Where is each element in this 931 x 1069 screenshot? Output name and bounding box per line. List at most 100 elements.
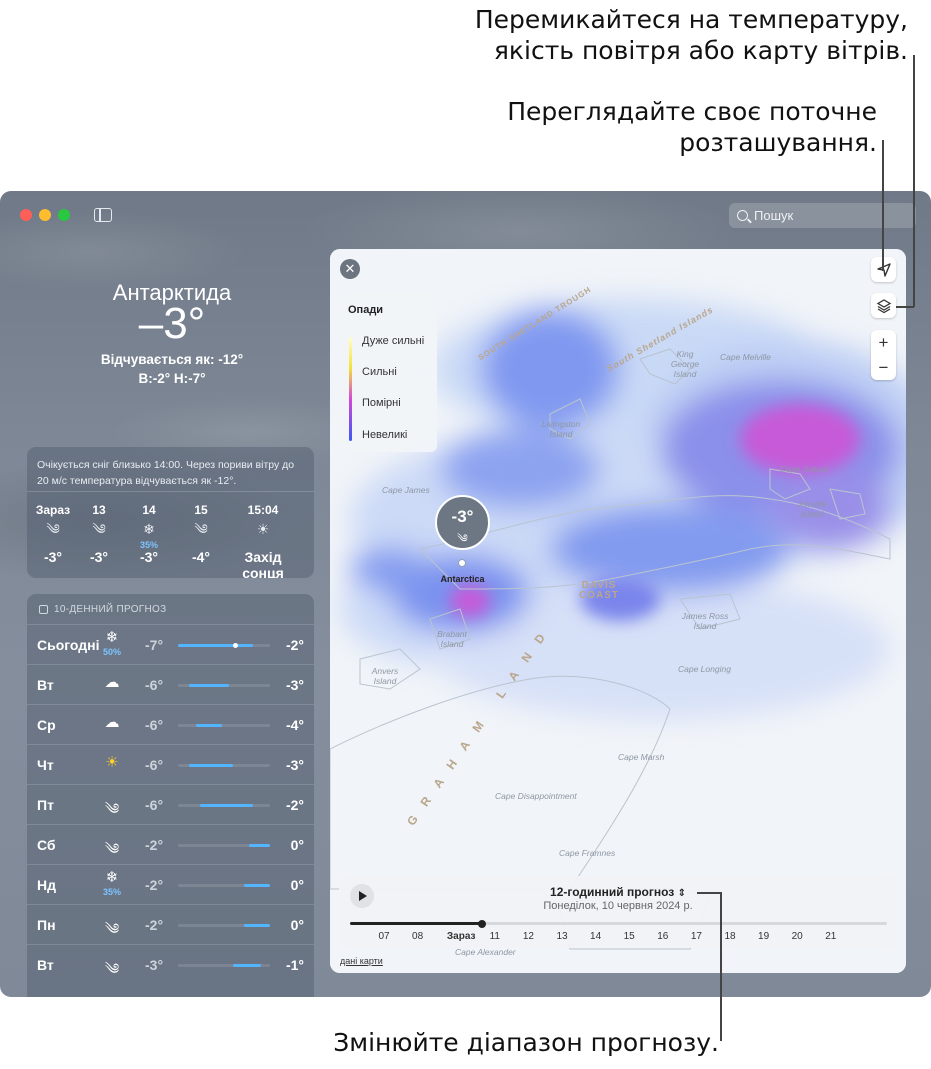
timeline-hour[interactable]: 19 [758,931,769,942]
timeline-hour[interactable]: 20 [792,931,803,942]
hourly-forecast-card[interactable]: Очікується сніг близько 14:00. Через пор… [27,447,314,578]
day-high: -4° [285,717,304,733]
temperature-range-fill [196,724,222,727]
hour-temp: -3° [89,549,109,565]
precip-probability: 35% [102,887,121,897]
zoom-out-button[interactable]: − [871,355,896,380]
day-row[interactable]: Сьогодні ❄ 50% -7° -2° [27,624,314,664]
place-label: Anvers Island [371,666,399,686]
map-layers-button[interactable] [871,293,896,318]
search-placeholder: Пошук [754,208,794,223]
day-row[interactable]: Вт ༄ -3° -1° [27,944,314,984]
legend-item: Помірні [362,397,401,409]
temperature-range-bar [178,884,270,887]
precip-probability: 50% [102,647,121,657]
timeline-hour[interactable]: 16 [657,931,668,942]
ten-day-forecast-card[interactable]: 10-ДЕННИЙ ПРОГНОЗ Сьогодні ❄ 50% -7° -2° Вт ☁ -… [27,594,314,997]
place-label: Cape Disappointment [495,791,577,801]
timeline-knob[interactable] [478,919,486,928]
day-name: Вт [37,677,54,693]
current-temp-dot [233,643,238,648]
timeline-hour[interactable]: 13 [556,931,567,942]
timeline-hour[interactable]: 11 [490,931,500,942]
hour-time: 13 [92,503,106,517]
callout-location-line2: розташування. [679,128,877,157]
forecast-date: Понеділок, 10 червня 2024 р. [543,900,693,912]
close-map-button[interactable]: ✕ [340,259,360,279]
timeline-hour[interactable]: 15 [624,931,635,942]
place-label: Cape Marsh [618,752,665,762]
day-name: Вт [37,957,54,973]
temperature-range-bar [178,724,270,727]
timeline-hour[interactable]: 18 [724,931,735,942]
ten-day-title: 10-ДЕННИЙ ПРОГНОЗ [39,604,166,615]
day-row[interactable]: Сб ༄ -2° 0° [27,824,314,864]
timeline-hour[interactable]: 14 [590,931,601,942]
day-row[interactable]: Пн ༄ -2° 0° [27,904,314,944]
zoom-in-button[interactable]: + [871,330,896,355]
day-low: -3° [145,957,164,973]
temperature-range-bar [178,924,270,927]
temperature-range-fill [178,644,253,647]
forecast-range-selector[interactable]: 12-годинний прогноз ⇕ [339,885,897,899]
callout-location-line1: Переглядайте своє поточне [507,97,877,126]
hourly-item: 13 ༄ -3° [73,503,125,565]
day-name: Пт [37,797,54,813]
day-low: -6° [145,717,164,733]
legend-item: Дуже сильні [362,335,425,347]
hourly-item: Зараз ༄ -3° [27,503,79,565]
minimize-window-button[interactable] [39,209,51,221]
timeline-hour[interactable]: 07 [378,931,389,942]
day-name: Чт [37,757,54,773]
callout-range: Змінюйте діапазон прогнозу. [333,1028,719,1057]
location-pin[interactable]: -3° ༄ [435,495,490,550]
precipitation-map[interactable]: ✕ Опади Дуже сильні Сильні Помірні Невел… [330,249,906,973]
hourly-item: 15:04 ☀ Захід сонця [225,503,301,578]
day-high: 0° [290,837,304,853]
search-icon [737,210,748,221]
callout-location: Переглядайте своє поточне розташування. [507,96,877,158]
sidebar-toggle-icon[interactable] [94,208,112,222]
temperature-range-bar [178,844,270,847]
day-row[interactable]: Нд ❄ 35% -2° 0° [27,864,314,904]
cloud-icon: ☁ [104,674,120,691]
day-name: Сб [37,837,56,853]
wind-icon: ༄ [73,519,125,543]
day-low: -2° [145,917,164,933]
ten-day-title-text: 10-ДЕННИЙ ПРОГНОЗ [54,604,167,615]
timeline-hour[interactable]: 17 [691,931,702,942]
day-row[interactable]: Вт ☁ -6° -3° [27,664,314,704]
day-high: -3° [285,757,304,773]
timeline-hour[interactable]: 12 [523,931,534,942]
timeline-scrubber[interactable] [350,919,887,928]
hour-time: 15:04 [247,503,279,517]
hour-time: Зараз [35,503,71,517]
search-input[interactable]: Пошук [729,203,916,228]
map-data-link[interactable]: дані карти [340,956,383,966]
pin-temperature: -3° [451,507,474,526]
temperature-range-bar [178,964,270,967]
temperature-range-fill [233,964,261,967]
day-row[interactable]: Чт ☀ -6° -3° [27,744,314,784]
callout-layers: Перемикайтеся на температуру, якість пов… [475,4,908,66]
legend-item: Сильні [362,366,397,378]
hour-time: 15 [194,503,208,517]
snowflake-icon: ❄ 35% [123,519,175,550]
close-window-button[interactable] [20,209,32,221]
timeline-hour[interactable]: Зараз [447,931,476,942]
current-location-button[interactable] [871,257,896,282]
hour-temp: -3° [43,549,63,565]
day-name: Ср [37,717,56,733]
place-label: Cape Longing [678,664,731,674]
timeline-hour[interactable]: 08 [412,931,423,942]
day-row[interactable]: Пт ༄ -6° -2° [27,784,314,824]
timeline-hour[interactable]: 21 [825,931,836,942]
sun-icon: ☀ [105,754,119,771]
wind-icon-glyph: ༄ [92,521,106,537]
zoom-window-button[interactable] [58,209,70,221]
temperature-range-fill [244,924,270,927]
hour-temp: Захід сонця [242,549,284,578]
temperature-range-fill [249,844,270,847]
day-row[interactable]: Ср ☁ -6° -4° [27,704,314,744]
temperature-range-bar [178,643,270,648]
